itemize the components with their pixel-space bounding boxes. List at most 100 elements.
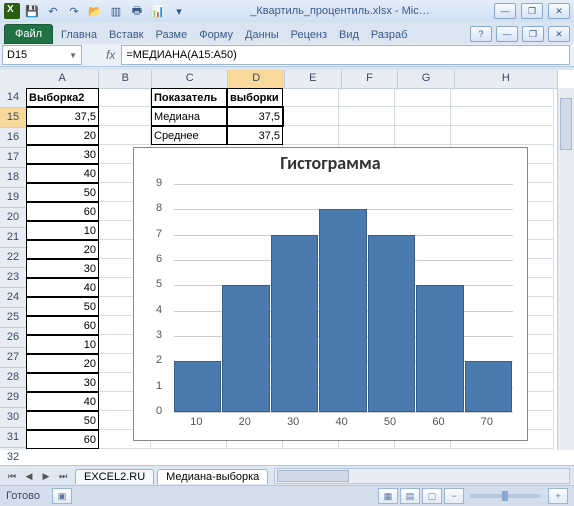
row-header-27[interactable]: 27 <box>0 348 26 368</box>
cell-A21[interactable]: 10 <box>26 221 99 240</box>
cell-D16[interactable]: 37,5 <box>227 126 283 145</box>
row-header-14[interactable]: 14 <box>0 88 26 108</box>
row-header-25[interactable]: 25 <box>0 308 26 328</box>
col-header-B[interactable]: B <box>99 70 152 88</box>
macro-record-icon[interactable]: ▣ <box>52 488 72 504</box>
tab-developer[interactable]: Разраб <box>365 26 414 44</box>
chart-object[interactable]: Гистограмма 012345678910203040506070 <box>133 147 528 441</box>
chart-bar-50[interactable] <box>368 235 415 412</box>
qat-undo-icon[interactable]: ↶ <box>44 3 62 19</box>
workbook-close-button[interactable]: ✕ <box>548 26 570 42</box>
cell-B15[interactable] <box>99 107 151 126</box>
cell-C15[interactable]: Медиана <box>151 107 227 126</box>
col-header-A[interactable]: A <box>26 70 99 88</box>
qat-new-icon[interactable]: ▥ <box>107 3 125 19</box>
cell-E16[interactable] <box>283 126 339 145</box>
row-header-26[interactable]: 26 <box>0 328 26 348</box>
row-header-24[interactable]: 24 <box>0 288 26 308</box>
cell-A15[interactable]: 37,5 <box>26 107 99 126</box>
cell-C16[interactable]: Среднее <box>151 126 227 145</box>
workbook-minimize-button[interactable]: — <box>496 26 518 42</box>
col-header-C[interactable]: C <box>152 70 228 88</box>
cell-F16[interactable] <box>339 126 395 145</box>
workbook-restore-button[interactable]: ❐ <box>522 26 544 42</box>
qat-print-icon[interactable]: 🖶 <box>128 3 146 19</box>
fx-icon[interactable]: fx <box>106 48 115 62</box>
qat-open-icon[interactable]: 📂 <box>86 3 104 19</box>
cell-A17[interactable]: 30 <box>26 145 99 164</box>
tab-file[interactable]: Файл <box>4 24 53 44</box>
tab-pagelayout[interactable]: Разме <box>150 26 194 44</box>
cell-H15[interactable] <box>451 107 554 126</box>
row-header-20[interactable]: 20 <box>0 208 26 228</box>
cell-B14[interactable] <box>99 88 151 107</box>
cell-A18[interactable]: 40 <box>26 164 99 183</box>
cell-A23[interactable]: 30 <box>26 259 99 278</box>
chart-bar-60[interactable] <box>416 285 463 412</box>
zoom-in-button[interactable]: + <box>548 488 568 504</box>
row-header-32[interactable]: 32 <box>0 448 26 466</box>
cell-A30[interactable]: 40 <box>26 392 99 411</box>
chart-bar-10[interactable] <box>174 361 221 412</box>
tab-formulas[interactable]: Форму <box>193 26 239 44</box>
zoom-slider[interactable] <box>470 494 540 498</box>
cell-A27[interactable]: 10 <box>26 335 99 354</box>
cell-A28[interactable]: 20 <box>26 354 99 373</box>
sheet-nav-last-icon[interactable]: ⏭ <box>55 468 71 484</box>
cell-A29[interactable]: 30 <box>26 373 99 392</box>
vscroll-thumb[interactable] <box>560 98 572 150</box>
col-header-F[interactable]: F <box>342 70 399 88</box>
formula-input[interactable]: =МЕДИАНА(A15:A50) <box>121 45 570 65</box>
row-header-31[interactable]: 31 <box>0 428 26 448</box>
view-normal-icon[interactable]: ▦ <box>378 488 398 504</box>
cell-G15[interactable] <box>395 107 451 126</box>
qat-dropdown-icon[interactable]: ▾ <box>170 3 188 19</box>
sheet-nav-next-icon[interactable]: ▶ <box>38 468 54 484</box>
cell-E15[interactable] <box>283 107 339 126</box>
worksheet-grid[interactable]: ABCDEFGH 1415161718192021222324252627282… <box>0 70 574 466</box>
row-header-23[interactable]: 23 <box>0 268 26 288</box>
qat-redo-icon[interactable]: ↷ <box>65 3 83 19</box>
vertical-scrollbar[interactable] <box>557 88 574 450</box>
tab-insert[interactable]: Вставк <box>103 26 150 44</box>
row-header-30[interactable]: 30 <box>0 408 26 428</box>
hscroll-thumb[interactable] <box>277 470 349 482</box>
col-header-E[interactable]: E <box>285 70 342 88</box>
name-box[interactable]: D15 ▼ <box>2 45 82 65</box>
chart-bar-20[interactable] <box>222 285 269 412</box>
view-pagebreak-icon[interactable]: ▢ <box>422 488 442 504</box>
cell-H16[interactable] <box>451 126 554 145</box>
cell-A14[interactable]: Выборка2 <box>26 88 99 107</box>
sheet-tab-1[interactable]: Медиана-выборка <box>157 469 268 484</box>
cell-F14[interactable] <box>339 88 395 107</box>
window-minimize-button[interactable]: — <box>494 3 516 19</box>
cell-D15[interactable]: 37,5 <box>227 107 283 126</box>
cell-A32[interactable]: 60 <box>26 430 99 449</box>
cell-H14[interactable] <box>451 88 554 107</box>
qat-save-icon[interactable]: 💾 <box>23 3 41 19</box>
row-header-18[interactable]: 18 <box>0 168 26 188</box>
col-header-D[interactable]: D <box>228 70 285 88</box>
cell-E14[interactable] <box>283 88 339 107</box>
cell-C14[interactable]: Показатель <box>151 88 227 107</box>
cell-A31[interactable]: 50 <box>26 411 99 430</box>
name-box-dropdown-icon[interactable]: ▼ <box>69 51 77 60</box>
row-header-17[interactable]: 17 <box>0 148 26 168</box>
horizontal-scrollbar[interactable] <box>274 468 570 484</box>
cell-A25[interactable]: 50 <box>26 297 99 316</box>
chart-bar-70[interactable] <box>465 361 512 412</box>
tab-data[interactable]: Данны <box>239 26 285 44</box>
workbook-help-button[interactable]: ? <box>470 26 492 42</box>
cell-B16[interactable] <box>99 126 151 145</box>
select-all-button[interactable] <box>0 70 27 89</box>
sheet-nav-prev-icon[interactable]: ◀ <box>21 468 37 484</box>
cell-G16[interactable] <box>395 126 451 145</box>
tab-view[interactable]: Вид <box>333 26 365 44</box>
cell-A26[interactable]: 60 <box>26 316 99 335</box>
window-restore-button[interactable]: ❐ <box>521 3 543 19</box>
row-header-28[interactable]: 28 <box>0 368 26 388</box>
cell-G14[interactable] <box>395 88 451 107</box>
sheet-nav-first-icon[interactable]: ⏮ <box>4 468 20 484</box>
chart-bar-30[interactable] <box>271 235 318 412</box>
row-header-16[interactable]: 16 <box>0 128 26 148</box>
